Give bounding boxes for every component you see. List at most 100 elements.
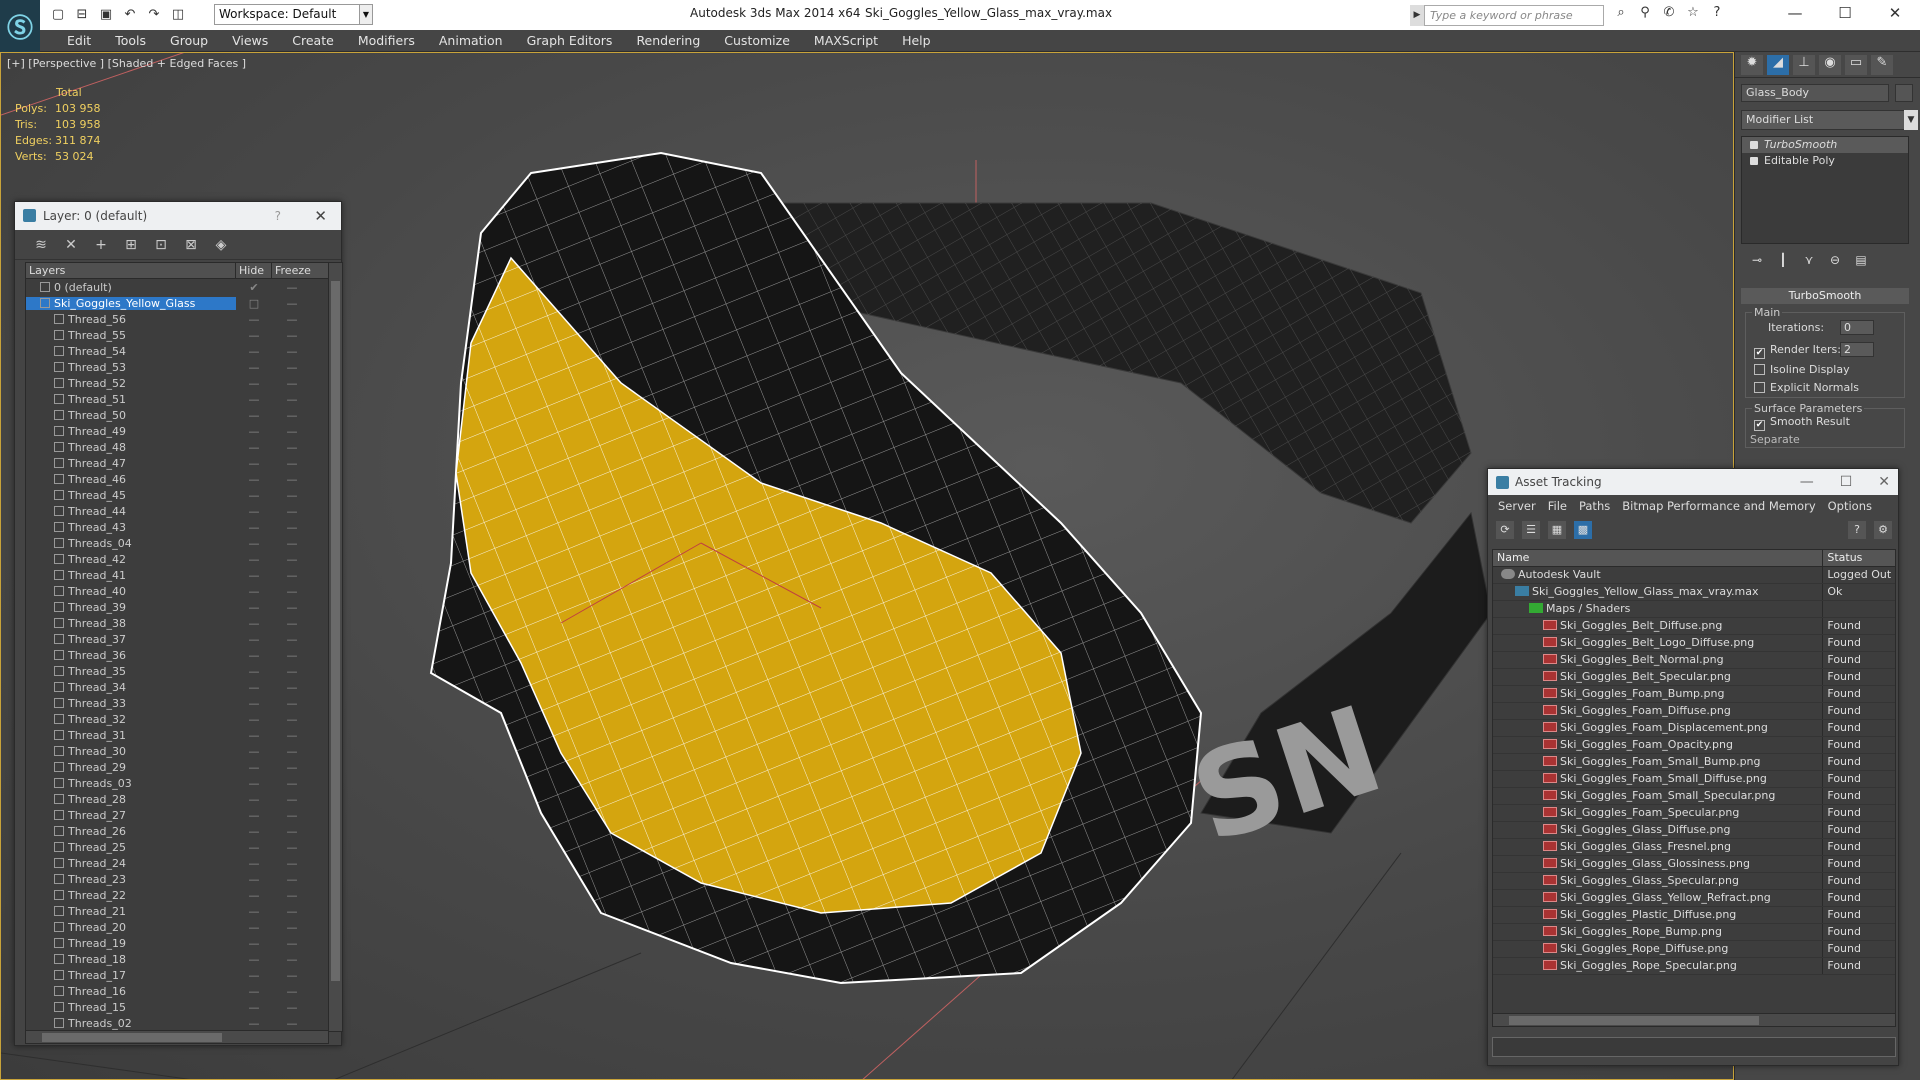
isoline-checkbox[interactable]: [1754, 364, 1765, 375]
minimize-icon[interactable]: —: [1770, 0, 1820, 28]
layer-name-cell[interactable]: Thread_46: [26, 473, 236, 486]
freeze-toggle[interactable]: —: [272, 329, 312, 342]
layer-name-cell[interactable]: Thread_43: [26, 521, 236, 534]
asset-row[interactable]: Ski_Goggles_Plastic_Diffuse.png Found: [1493, 907, 1895, 924]
asset-row[interactable]: Maps / Shaders: [1493, 601, 1895, 618]
iterations-spinner[interactable]: 0: [1840, 320, 1874, 335]
asset-row[interactable]: Ski_Goggles_Foam_Small_Bump.png Found: [1493, 754, 1895, 771]
layer-name-cell[interactable]: Thread_15: [26, 1001, 236, 1014]
asset-menu-options[interactable]: Options: [1822, 499, 1878, 513]
freeze-toggle[interactable]: —: [272, 553, 312, 566]
column-header-status[interactable]: Status: [1823, 550, 1895, 566]
help-icon[interactable]: ?: [1848, 521, 1866, 539]
hide-toggle[interactable]: —: [236, 585, 272, 598]
menu-create[interactable]: Create: [280, 33, 346, 48]
menu-modifiers[interactable]: Modifiers: [346, 33, 427, 48]
hide-toggle[interactable]: —: [236, 665, 272, 678]
layer-row[interactable]: Thread_45 — —: [26, 487, 342, 503]
asset-row[interactable]: Ski_Goggles_Belt_Normal.png Found: [1493, 652, 1895, 669]
object-color-swatch[interactable]: [1895, 84, 1913, 102]
hide-toggle[interactable]: —: [236, 425, 272, 438]
layer-name-cell[interactable]: Thread_45: [26, 489, 236, 502]
settings-icon[interactable]: ⚙: [1874, 521, 1892, 539]
asset-row[interactable]: Ski_Goggles_Foam_Small_Diffuse.png Found: [1493, 771, 1895, 788]
explicit-normals-checkbox[interactable]: [1754, 382, 1765, 393]
close-icon[interactable]: ✕: [314, 202, 327, 230]
freeze-toggle[interactable]: —: [272, 985, 312, 998]
modify-tab-icon[interactable]: ◢: [1767, 55, 1789, 75]
hide-toggle[interactable]: —: [236, 793, 272, 806]
layer-name-cell[interactable]: Thread_35: [26, 665, 236, 678]
layer-name-cell[interactable]: Thread_28: [26, 793, 236, 806]
hide-toggle[interactable]: —: [236, 345, 272, 358]
asset-row[interactable]: Ski_Goggles_Rope_Specular.png Found: [1493, 958, 1895, 975]
menu-views[interactable]: Views: [220, 33, 280, 48]
asset-name-cell[interactable]: Ski_Goggles_Foam_Bump.png: [1493, 686, 1824, 702]
asset-path-field[interactable]: [1492, 1037, 1896, 1057]
hide-toggle[interactable]: —: [236, 745, 272, 758]
freeze-toggle[interactable]: —: [272, 921, 312, 934]
freeze-toggle[interactable]: —: [272, 585, 312, 598]
list-view-icon[interactable]: ☰: [1522, 521, 1540, 539]
hide-toggle[interactable]: —: [236, 377, 272, 390]
layer-name-cell[interactable]: Thread_48: [26, 441, 236, 454]
freeze-toggle[interactable]: —: [272, 505, 312, 518]
modifier-list-dropdown[interactable]: Modifier List ▼: [1741, 110, 1918, 130]
layer-row[interactable]: Threads_04 — —: [26, 535, 342, 551]
close-icon[interactable]: ✕: [1878, 469, 1890, 495]
layer-row[interactable]: Thread_39 — —: [26, 599, 342, 615]
asset-name-cell[interactable]: Ski_Goggles_Rope_Diffuse.png: [1493, 941, 1824, 957]
layer-row[interactable]: Thread_28 — —: [26, 791, 342, 807]
hide-toggle[interactable]: —: [236, 985, 272, 998]
layer-row[interactable]: Thread_31 — —: [26, 727, 342, 743]
hide-toggle[interactable]: —: [236, 825, 272, 838]
layer-name-cell[interactable]: Thread_44: [26, 505, 236, 518]
asset-row[interactable]: Autodesk Vault Logged Out: [1493, 567, 1895, 584]
layer-row[interactable]: Thread_21 — —: [26, 903, 342, 919]
binoculars-icon[interactable]: ⌕: [1612, 5, 1630, 25]
delete-layer-icon[interactable]: ✕: [61, 235, 81, 255]
asset-name-cell[interactable]: Ski_Goggles_Rope_Bump.png: [1493, 924, 1824, 940]
layer-row[interactable]: Thread_46 — —: [26, 471, 342, 487]
layer-row[interactable]: Thread_54 — —: [26, 343, 342, 359]
layer-row[interactable]: Thread_48 — —: [26, 439, 342, 455]
layer-name-cell[interactable]: Thread_31: [26, 729, 236, 742]
asset-row[interactable]: Ski_Goggles_Belt_Diffuse.png Found: [1493, 618, 1895, 635]
layer-row[interactable]: Thread_47 — —: [26, 455, 342, 471]
freeze-toggle[interactable]: —: [272, 489, 312, 502]
asset-row[interactable]: Ski_Goggles_Glass_Yellow_Refract.png Foun…: [1493, 890, 1895, 907]
asset-name-cell[interactable]: Ski_Goggles_Belt_Diffuse.png: [1493, 618, 1824, 634]
display-tab-icon[interactable]: ▭: [1845, 55, 1867, 75]
layer-row[interactable]: Thread_24 — —: [26, 855, 342, 871]
show-end-result-icon[interactable]: ┃: [1775, 253, 1791, 269]
layer-row[interactable]: Thread_18 — —: [26, 951, 342, 967]
asset-menu-server[interactable]: Server: [1492, 499, 1542, 513]
column-header-hide[interactable]: Hide: [236, 263, 272, 278]
layer-name-cell[interactable]: Thread_30: [26, 745, 236, 758]
menu-help[interactable]: Help: [890, 33, 943, 48]
hide-all-icon[interactable]: ◈: [211, 235, 231, 255]
render-iters-checkbox[interactable]: ✔: [1754, 348, 1765, 359]
freeze-toggle[interactable]: —: [272, 857, 312, 870]
layer-name-cell[interactable]: Threads_03: [26, 777, 236, 790]
layer-row[interactable]: Threads_02 — —: [26, 1015, 342, 1031]
stack-item-turbosmooth[interactable]: TurboSmooth: [1742, 137, 1908, 153]
asset-row[interactable]: Ski_Goggles_Foam_Specular.png Found: [1493, 805, 1895, 822]
layer-name-cell[interactable]: Thread_53: [26, 361, 236, 374]
layer-name-cell[interactable]: Thread_41: [26, 569, 236, 582]
layer-name-cell[interactable]: Thread_36: [26, 649, 236, 662]
hide-toggle[interactable]: —: [236, 313, 272, 326]
lightbulb-icon[interactable]: [1750, 141, 1758, 149]
freeze-toggle[interactable]: —: [272, 313, 312, 326]
create-tab-icon[interactable]: ✹: [1741, 55, 1763, 75]
hide-toggle[interactable]: —: [236, 761, 272, 774]
layer-row[interactable]: Thread_49 — —: [26, 423, 342, 439]
highlight-layer-icon[interactable]: ⊠: [181, 235, 201, 255]
asset-row[interactable]: Ski_Goggles_Belt_Specular.png Found: [1493, 669, 1895, 686]
hide-toggle[interactable]: —: [236, 393, 272, 406]
layer-name-cell[interactable]: Thread_16: [26, 985, 236, 998]
layer-row[interactable]: Thread_33 — —: [26, 695, 342, 711]
freeze-toggle[interactable]: —: [272, 713, 312, 726]
layer-name-cell[interactable]: Thread_21: [26, 905, 236, 918]
hide-toggle[interactable]: —: [236, 649, 272, 662]
